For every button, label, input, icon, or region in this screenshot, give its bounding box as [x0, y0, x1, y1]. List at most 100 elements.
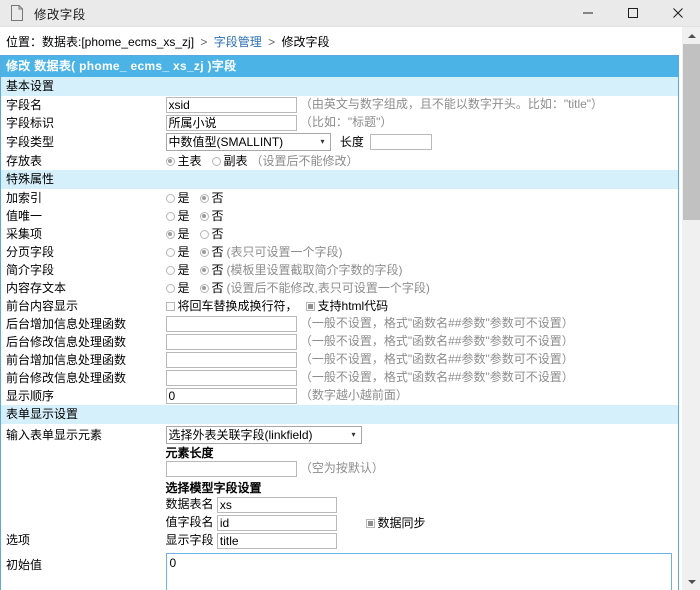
row-back-add-func: 后台增加信息处理函数 （一般不设置，格式"函数名##参数"参数可不设置） [1, 315, 679, 333]
breadcrumb-separator-1: > [200, 35, 207, 49]
section-basic-row: 基本设置 [1, 77, 679, 96]
label-field-name: 字段名 [1, 96, 166, 114]
collect-no-label: 否 [212, 227, 224, 241]
unique-no-radio[interactable] [200, 212, 209, 221]
hint-back-mod-func: （一般不设置，格式"函数名##参数"参数可不设置） [300, 334, 574, 348]
front-add-func-input[interactable] [166, 352, 297, 368]
label-collect: 采集项 [1, 225, 166, 243]
maximize-button[interactable] [610, 0, 655, 26]
field-name-input[interactable] [166, 97, 297, 113]
hint-front-mod-func: （一般不设置，格式"函数名##参数"参数可不设置） [300, 370, 574, 384]
breadcrumb-separator-2: > [268, 35, 275, 49]
row-field-type: 字段类型 中数值型(SMALLINT) ▾ 长度 [1, 132, 679, 152]
option-row-value-field: 值字段名 数据同步 [166, 514, 679, 532]
row-order: 显示顺序 （数字越小越前面） [1, 387, 679, 405]
index-yes-label: 是 [178, 191, 190, 205]
hint-element-length: （空为按默认） [300, 461, 384, 475]
label-field-title: 字段标识 [1, 114, 166, 132]
breadcrumb: 位置：数据表:[phome_ecms_xs_zj] > 字段管理 > 修改字段 [0, 27, 683, 55]
data-sync-checkbox[interactable] [366, 519, 375, 528]
close-button[interactable] [655, 0, 700, 26]
scrollbar-thumb[interactable] [683, 44, 700, 220]
field-title-input[interactable] [166, 115, 297, 131]
label-content-text: 内容存文本 [1, 279, 166, 297]
collect-no-radio[interactable] [200, 230, 209, 239]
hint-page-field: (表只可设置一个字段) [227, 245, 343, 259]
value-field-input[interactable] [217, 515, 337, 531]
index-no-radio[interactable] [200, 194, 209, 203]
section-basic-title: 基本设置 [1, 77, 679, 96]
content-text-yes-label: 是 [178, 281, 190, 295]
option-row-table-name: 数据表名 [166, 496, 679, 514]
length-input[interactable] [370, 134, 432, 150]
unique-no-label: 否 [212, 209, 224, 223]
window-titlebar: 修改字段 [0, 0, 700, 27]
label-options: 选项 [1, 478, 166, 553]
hint-order: （数字越小越前面） [300, 388, 408, 402]
label-length: 长度 [340, 135, 364, 149]
support-html-checkbox[interactable] [306, 302, 315, 311]
row-store-table: 存放表 主表副表（设置后不能修改） [1, 152, 679, 170]
collect-yes-radio[interactable] [166, 230, 175, 239]
unique-yes-radio[interactable] [166, 212, 175, 221]
intro-field-yes-radio[interactable] [166, 266, 175, 275]
store-table-main-label: 主表 [178, 154, 202, 168]
vertical-scrollbar[interactable] [682, 27, 700, 590]
row-intro-field: 简介字段 是否(模板里设置截取简介字数的字段) [1, 261, 679, 279]
triangle-up-icon [688, 34, 696, 38]
row-field-name: 字段名 （由英文与数字组成，且不能以数字开头。比如："title"） [1, 96, 679, 114]
page-field-yes-radio[interactable] [166, 248, 175, 257]
hint-front-add-func: （一般不设置，格式"函数名##参数"参数可不设置） [300, 352, 574, 366]
row-initial-value: 初始值 0 [1, 553, 679, 590]
page-title: 修改 数据表( phome_ ecms_ xs_zj )字段 [1, 56, 679, 78]
input-element-select[interactable]: 选择外表关联字段(linkfield) [166, 426, 362, 444]
scroll-down-button[interactable] [683, 573, 700, 590]
edit-field-form: 修改 数据表( phome_ ecms_ xs_zj )字段 基本设置 字段名 … [0, 55, 679, 590]
display-field-input[interactable] [217, 533, 337, 549]
table-name-input[interactable] [217, 497, 337, 513]
label-store-table: 存放表 [1, 152, 166, 170]
intro-field-no-radio[interactable] [200, 266, 209, 275]
label-model-field-setting: 选择模型字段设置 [166, 479, 679, 496]
page-field-no-radio[interactable] [200, 248, 209, 257]
initial-value-textarea[interactable]: 0 [166, 553, 672, 590]
document-icon [10, 5, 24, 21]
hint-field-name: （由英文与数字组成，且不能以数字开头。比如："title"） [300, 97, 603, 111]
label-table-name: 数据表名 [166, 497, 214, 511]
label-unique: 值唯一 [1, 207, 166, 225]
scroll-up-button[interactable] [683, 27, 700, 44]
section-form-display-row: 表单显示设置 [1, 405, 679, 424]
label-element-length: 元素长度 [166, 444, 679, 461]
hint-store-table: （设置后不能修改） [251, 154, 359, 168]
back-mod-func-input[interactable] [166, 334, 297, 350]
front-mod-func-input[interactable] [166, 370, 297, 386]
breadcrumb-link-field-manage[interactable]: 字段管理 [214, 35, 262, 49]
row-unique: 值唯一 是否 [1, 207, 679, 225]
store-table-main-radio[interactable] [166, 157, 175, 166]
store-table-sub-radio[interactable] [212, 157, 221, 166]
back-add-func-input[interactable] [166, 316, 297, 332]
page-field-yes-label: 是 [178, 245, 190, 259]
section-form-display-title: 表单显示设置 [1, 405, 679, 424]
label-back-mod-func: 后台修改信息处理函数 [1, 333, 166, 351]
index-no-label: 否 [212, 191, 224, 205]
minimize-button[interactable] [565, 0, 610, 26]
label-page-field: 分页字段 [1, 243, 166, 261]
window-title: 修改字段 [34, 4, 86, 23]
field-type-select[interactable]: 中数值型(SMALLINT) [166, 133, 331, 151]
content-text-yes-radio[interactable] [166, 284, 175, 293]
content-text-no-label: 否 [212, 281, 224, 295]
row-field-title: 字段标识 （比如："标题"） [1, 114, 679, 132]
replace-enter-label: 将回车替换成换行符， [178, 299, 298, 313]
order-input[interactable] [166, 388, 297, 404]
label-order: 显示顺序 [1, 387, 166, 405]
content-text-no-radio[interactable] [200, 284, 209, 293]
index-yes-radio[interactable] [166, 194, 175, 203]
page-body: 位置：数据表:[phome_ecms_xs_zj] > 字段管理 > 修改字段 … [0, 27, 700, 590]
triangle-down-icon [688, 580, 696, 584]
option-row-display-field: 显示字段 [166, 532, 679, 550]
label-input-element: 输入表单显示元素 [1, 424, 166, 478]
replace-enter-checkbox[interactable] [166, 302, 175, 311]
element-length-input[interactable] [166, 461, 297, 477]
row-options: 选项 选择模型字段设置 数据表名 值字段名 数据同步 显示字段 [1, 478, 679, 553]
